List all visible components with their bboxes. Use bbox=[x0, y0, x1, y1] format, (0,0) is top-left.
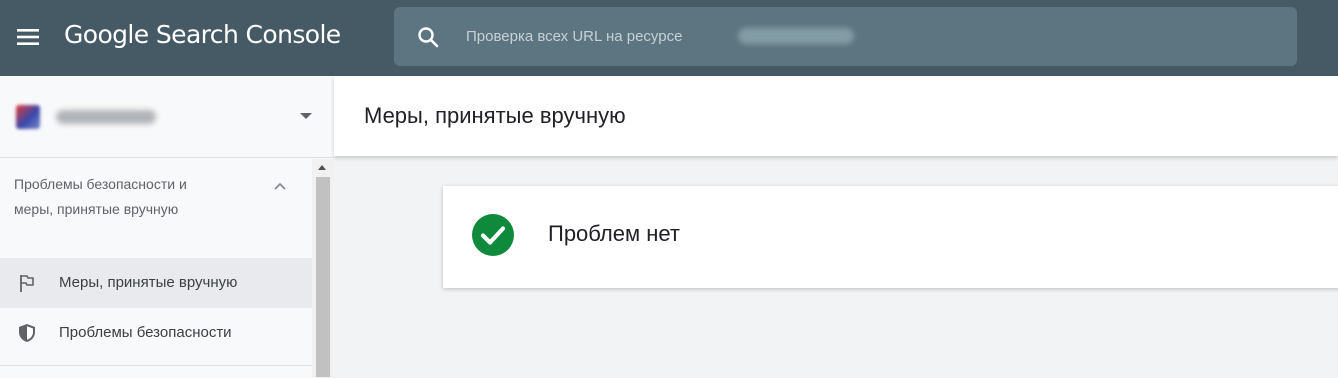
top-app-bar: Google Search Console bbox=[0, 0, 1338, 76]
flag-icon bbox=[16, 272, 38, 294]
search-icon bbox=[416, 25, 440, 49]
sidebar-item-label: Проблемы безопасности bbox=[59, 324, 232, 341]
chevron-up-icon[interactable] bbox=[272, 179, 288, 191]
page-title: Меры, принятые вручную bbox=[364, 103, 626, 128]
property-favicon bbox=[16, 105, 40, 129]
url-inspection-search[interactable] bbox=[394, 7, 1297, 66]
main-content: Меры, принятые вручную Проблем нет bbox=[334, 76, 1338, 378]
property-selector[interactable] bbox=[0, 76, 334, 158]
search-input[interactable] bbox=[466, 7, 1266, 66]
sidebar-item-label: Меры, принятые вручную bbox=[59, 274, 238, 291]
sidebar-scrollbar[interactable] bbox=[312, 159, 334, 378]
divider bbox=[0, 365, 312, 366]
page-header: Меры, принятые вручную bbox=[334, 76, 1338, 156]
status-text: Проблем нет bbox=[548, 221, 680, 246]
sidebar: Проблемы безопасности и меры, принятые в… bbox=[0, 76, 334, 378]
shield-icon bbox=[16, 322, 38, 344]
blurred-domain-name bbox=[738, 28, 854, 44]
section-header-security[interactable]: Проблемы безопасности и меры, принятые в… bbox=[0, 159, 312, 258]
chevron-down-icon[interactable] bbox=[300, 113, 312, 119]
sidebar-item-security-issues[interactable]: Проблемы безопасности bbox=[0, 308, 312, 358]
nav-section-security: Проблемы безопасности и меры, принятые в… bbox=[0, 159, 312, 378]
check-circle-icon bbox=[471, 213, 515, 257]
app-logo[interactable]: Google Search Console bbox=[64, 20, 341, 49]
section-title: Проблемы безопасности и меры, принятые в… bbox=[14, 176, 187, 217]
scroll-thumb[interactable] bbox=[316, 177, 330, 377]
property-name-blurred bbox=[56, 110, 156, 124]
sidebar-item-manual-actions[interactable]: Меры, принятые вручную bbox=[0, 258, 312, 308]
scroll-up-arrow-icon[interactable] bbox=[318, 165, 326, 170]
status-card: Проблем нет bbox=[443, 186, 1338, 288]
hamburger-menu-icon[interactable] bbox=[14, 25, 42, 49]
